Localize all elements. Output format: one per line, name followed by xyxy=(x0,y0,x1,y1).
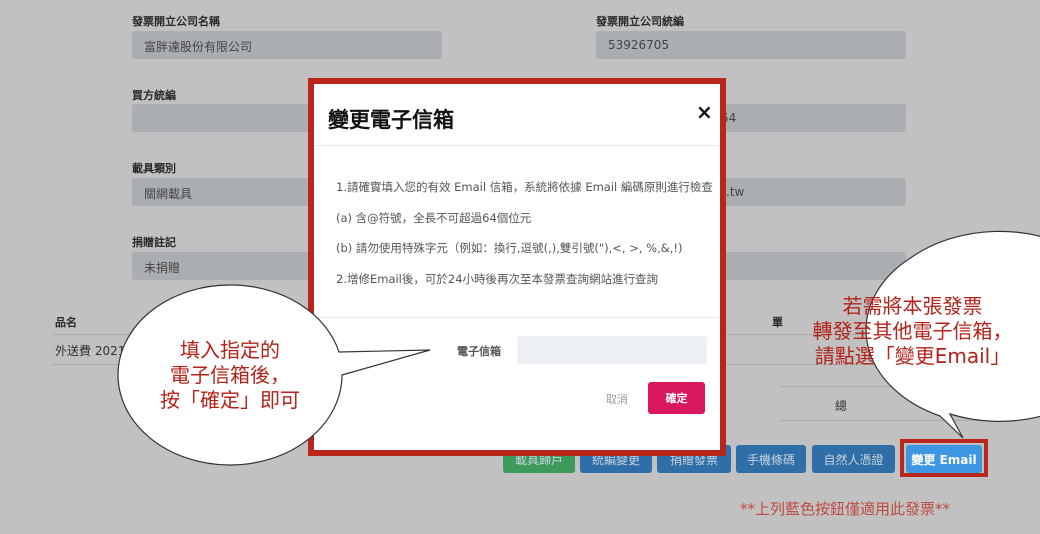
right-callout-text: 若需將本張發票 轉發至其他電子信箱， 請點選「變更Email」 xyxy=(812,294,1013,368)
left-callout-text: 填入指定的 電子信箱後， 按「確定」即可 xyxy=(160,338,300,412)
callout-bubbles xyxy=(117,230,1040,466)
